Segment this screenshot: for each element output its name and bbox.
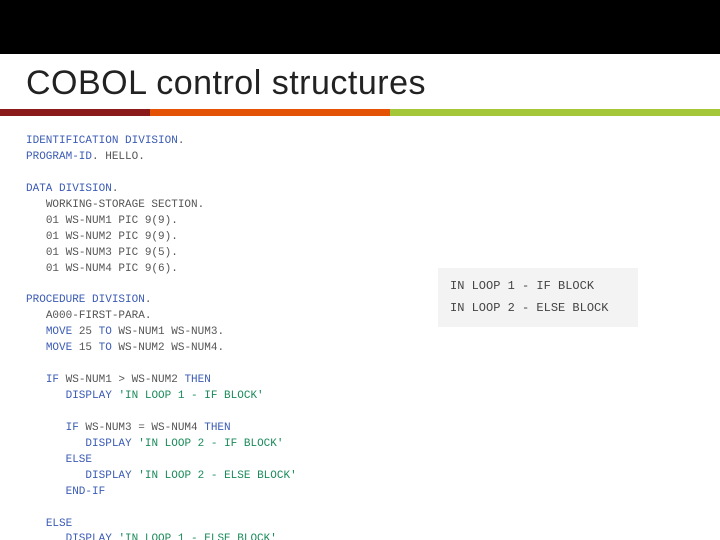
code-kw: IF <box>66 422 79 434</box>
output-line: IN LOOP 1 - IF BLOCK <box>450 279 594 293</box>
accent-green <box>390 109 720 116</box>
code-kw: DISPLAY <box>85 438 131 450</box>
accent-maroon <box>0 109 150 116</box>
code-kw: PROGRAM-ID <box>26 151 92 163</box>
code-text: . <box>112 183 119 195</box>
code-kw: THEN <box>204 422 230 434</box>
code-text: WS-NUM3 = WS-NUM4 <box>79 422 204 434</box>
code-text: . <box>145 294 152 306</box>
top-black-bar <box>0 0 720 54</box>
code-text: 01 WS-NUM3 PIC 9(5). <box>46 247 178 259</box>
output-line: IN LOOP 2 - ELSE BLOCK <box>450 301 608 315</box>
code-text: 15 <box>72 342 98 354</box>
code-kw: ELSE <box>46 518 72 530</box>
slide-title: COBOL control structures <box>0 54 720 109</box>
accent-bar <box>0 109 720 116</box>
code-text: WS-NUM1 > WS-NUM2 <box>59 374 184 386</box>
code-kw: DISPLAY <box>66 533 112 540</box>
code-text: WORKING-STORAGE SECTION. <box>46 199 204 211</box>
code-string: 'IN LOOP 1 - ELSE BLOCK' <box>118 533 276 540</box>
code-text: 25 <box>72 326 98 338</box>
code-kw: ELSE <box>66 454 92 466</box>
code-kw: MOVE <box>46 342 72 354</box>
code-kw: IF <box>46 374 59 386</box>
code-kw: THEN <box>184 374 210 386</box>
code-text: WS-NUM1 WS-NUM3. <box>112 326 224 338</box>
accent-orange <box>150 109 390 116</box>
code-text: A000-FIRST-PARA. <box>46 310 152 322</box>
code-kw: TO <box>99 342 112 354</box>
code-kw: MOVE <box>46 326 72 338</box>
slide-content: IDENTIFICATION DIVISION. PROGRAM-ID. HEL… <box>0 116 720 540</box>
cobol-code-block: IDENTIFICATION DIVISION. PROGRAM-ID. HEL… <box>26 134 720 540</box>
code-text: . HELLO. <box>92 151 145 163</box>
code-kw: DISPLAY <box>66 390 112 402</box>
code-kw: DISPLAY <box>85 470 131 482</box>
code-kw: PROCEDURE DIVISION <box>26 294 145 306</box>
code-kw: DATA DIVISION <box>26 183 112 195</box>
code-text: 01 WS-NUM1 PIC 9(9). <box>46 215 178 227</box>
output-box: IN LOOP 1 - IF BLOCK IN LOOP 2 - ELSE BL… <box>438 268 638 327</box>
code-kw: IDENTIFICATION DIVISION <box>26 135 178 147</box>
code-kw: TO <box>99 326 112 338</box>
code-text: 01 WS-NUM4 PIC 9(6). <box>46 263 178 275</box>
code-string: 'IN LOOP 1 - IF BLOCK' <box>118 390 263 402</box>
code-text: . <box>178 135 185 147</box>
code-text: WS-NUM2 WS-NUM4. <box>112 342 224 354</box>
code-text: 01 WS-NUM2 PIC 9(9). <box>46 231 178 243</box>
code-kw: END-IF <box>66 486 106 498</box>
code-string: 'IN LOOP 2 - ELSE BLOCK' <box>138 470 296 482</box>
code-string: 'IN LOOP 2 - IF BLOCK' <box>138 438 283 450</box>
